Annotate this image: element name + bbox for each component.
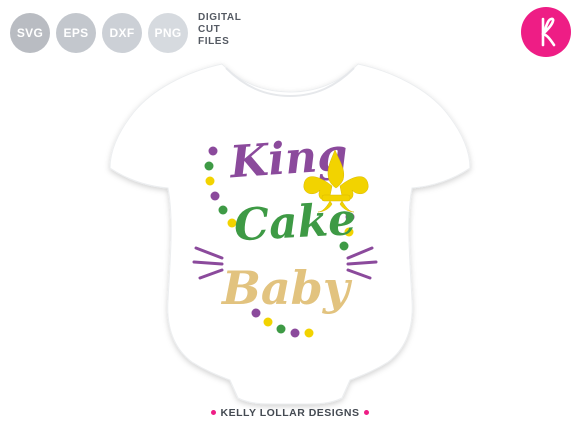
onesie-artwork: King Cake Baby [109,63,471,405]
pink-dot-left [210,409,216,415]
bead [205,176,215,186]
footer-brand: KELLY LOLLAR DESIGNS [0,407,580,419]
word-cake: Cake [233,194,358,251]
bead [210,191,220,201]
bead [290,328,300,338]
word-baby: Baby [220,261,353,315]
bead [263,317,273,327]
pink-dot-right [364,409,370,415]
bead [304,328,314,338]
bead [276,324,286,334]
bead [208,146,218,156]
footer-brand-text: KELLY LOLLAR DESIGNS [220,407,360,419]
bead [218,205,228,215]
bead [204,161,214,171]
